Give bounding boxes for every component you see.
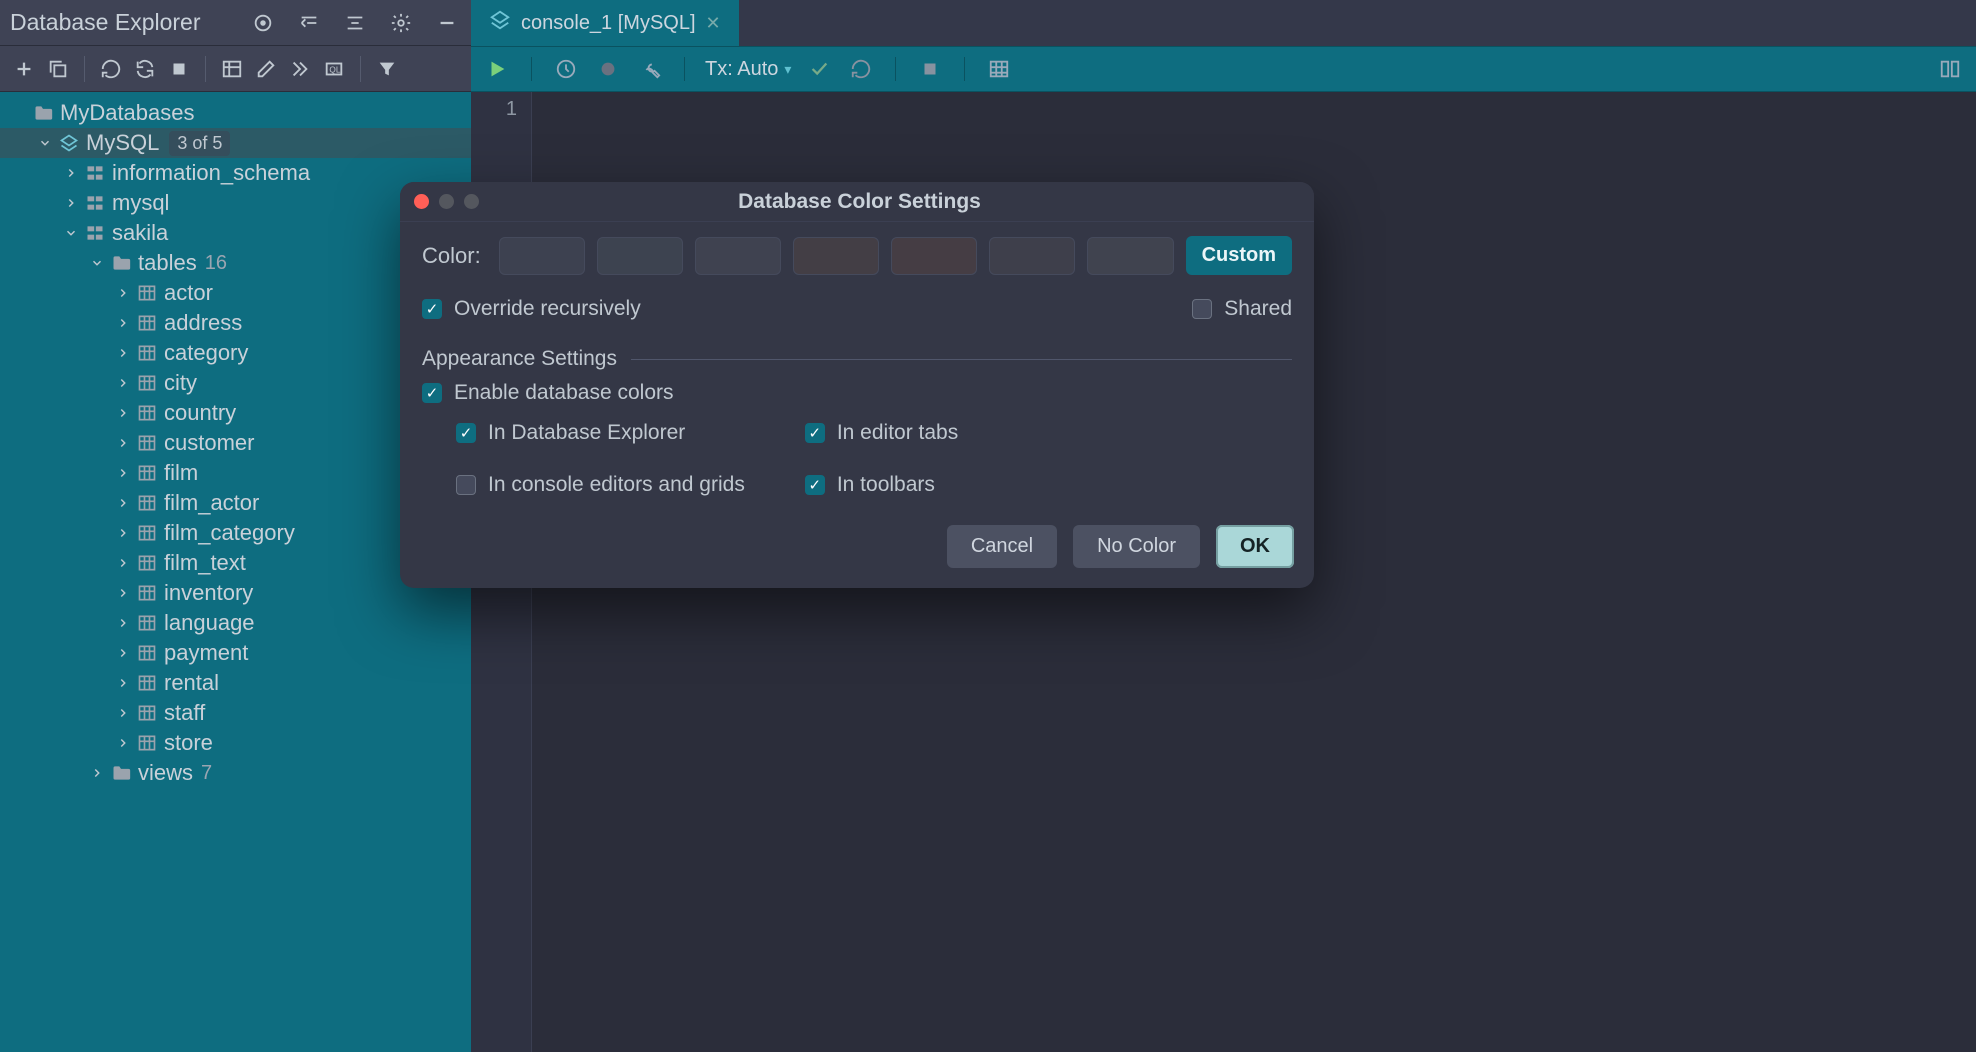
table-icon[interactable] — [218, 55, 246, 83]
layout-icon[interactable] — [1936, 55, 1964, 83]
gear-icon[interactable] — [387, 9, 415, 37]
in-db-explorer-label: In Database Explorer — [488, 421, 685, 445]
expand-all-icon[interactable] — [295, 9, 323, 37]
chevron-icon[interactable] — [112, 556, 134, 570]
editor-toolbar: Tx: Auto▾ — [471, 46, 1976, 92]
color-swatch-7[interactable] — [1087, 237, 1173, 275]
color-swatch-5[interactable] — [891, 237, 977, 275]
dialog-titlebar[interactable]: Database Color Settings — [400, 182, 1314, 222]
ok-button[interactable]: OK — [1216, 525, 1294, 568]
chevron-icon[interactable] — [112, 676, 134, 690]
color-settings-dialog: Database Color Settings Color: Custom ✓ … — [400, 182, 1314, 588]
commit-icon[interactable] — [805, 55, 833, 83]
chevron-down-icon: ▾ — [784, 61, 791, 78]
tree-table-inventory[interactable]: inventory — [0, 578, 471, 608]
in-toolbars-label: In toolbars — [837, 473, 935, 497]
in-console-grids-checkbox[interactable] — [456, 475, 476, 495]
chevron-icon[interactable] — [112, 616, 134, 630]
add-icon[interactable] — [10, 55, 38, 83]
copy-icon[interactable] — [44, 55, 72, 83]
color-swatch-3[interactable] — [695, 237, 781, 275]
refresh-icon[interactable] — [97, 55, 125, 83]
tree-table-payment[interactable]: payment — [0, 638, 471, 668]
minimize-icon[interactable] — [433, 9, 461, 37]
enable-db-colors-label: Enable database colors — [454, 381, 674, 405]
tree-datasource-mysql[interactable]: MySQL3 of 5 — [0, 128, 471, 158]
chevron-icon[interactable] — [60, 196, 82, 210]
chevron-icon[interactable] — [112, 376, 134, 390]
tree-group-views[interactable]: views7 — [0, 758, 471, 788]
chevron-icon[interactable] — [34, 136, 56, 150]
view-as-table-icon[interactable] — [985, 55, 1013, 83]
enable-db-colors-checkbox[interactable]: ✓ — [422, 383, 442, 403]
tree-table-store[interactable]: store — [0, 728, 471, 758]
in-editor-tabs-label: In editor tabs — [837, 421, 958, 445]
target-icon[interactable] — [249, 9, 277, 37]
sidebar-title: Database Explorer — [10, 9, 201, 36]
custom-color-button[interactable]: Custom — [1186, 236, 1292, 275]
query-console-icon[interactable]: QL — [320, 55, 348, 83]
override-recursively-label: Override recursively — [454, 297, 641, 321]
chevron-icon[interactable] — [60, 226, 82, 240]
rollback-icon[interactable] — [847, 55, 875, 83]
in-db-explorer-checkbox[interactable]: ✓ — [456, 423, 476, 443]
stop-icon[interactable] — [165, 55, 193, 83]
shared-label: Shared — [1224, 297, 1292, 321]
tab-console-1[interactable]: console_1 [MySQL] ✕ — [471, 0, 739, 46]
tree-table-rental[interactable]: rental — [0, 668, 471, 698]
sidebar-header: Database Explorer — [0, 0, 471, 46]
chevron-icon[interactable] — [112, 496, 134, 510]
chevron-icon[interactable] — [112, 406, 134, 420]
svg-text:QL: QL — [329, 65, 340, 74]
collapse-all-icon[interactable] — [341, 9, 369, 37]
sidebar-toolbar: QL — [0, 46, 471, 92]
chevron-icon[interactable] — [60, 166, 82, 180]
appearance-section-title: Appearance Settings — [422, 347, 617, 371]
chevron-icon[interactable] — [112, 646, 134, 660]
cancel-button[interactable]: Cancel — [947, 525, 1057, 568]
chevron-icon[interactable] — [112, 286, 134, 300]
color-swatch-6[interactable] — [989, 237, 1075, 275]
color-label: Color: — [422, 243, 481, 269]
shared-checkbox[interactable] — [1192, 299, 1212, 319]
in-console-grids-label: In console editors and grids — [488, 473, 745, 497]
tx-mode-dropdown[interactable]: Tx: Auto▾ — [705, 58, 791, 81]
chevron-icon[interactable] — [112, 316, 134, 330]
stop-query-icon[interactable] — [916, 55, 944, 83]
tab-label: console_1 [MySQL] — [521, 12, 696, 35]
chevron-icon[interactable] — [112, 466, 134, 480]
record-icon[interactable] — [594, 55, 622, 83]
tree-root[interactable]: MyDatabases — [0, 98, 471, 128]
tree-table-language[interactable]: language — [0, 608, 471, 638]
chevron-icon[interactable] — [112, 736, 134, 750]
in-toolbars-checkbox[interactable]: ✓ — [805, 475, 825, 495]
run-icon[interactable] — [483, 55, 511, 83]
no-color-button[interactable]: No Color — [1073, 525, 1200, 568]
edit-icon[interactable] — [252, 55, 280, 83]
chevron-icon[interactable] — [112, 526, 134, 540]
dialog-title: Database Color Settings — [419, 190, 1300, 214]
color-swatch-4[interactable] — [793, 237, 879, 275]
editor-tab-bar: console_1 [MySQL] ✕ — [471, 0, 1976, 46]
chevron-icon[interactable] — [112, 586, 134, 600]
history-icon[interactable] — [552, 55, 580, 83]
tree-table-staff[interactable]: staff — [0, 698, 471, 728]
color-swatch-2[interactable] — [597, 237, 683, 275]
chevron-icon[interactable] — [112, 706, 134, 720]
filter-icon[interactable] — [373, 55, 401, 83]
chevron-icon[interactable] — [86, 766, 108, 780]
chevron-icon[interactable] — [112, 346, 134, 360]
chevron-icon[interactable] — [86, 256, 108, 270]
in-editor-tabs-checkbox[interactable]: ✓ — [805, 423, 825, 443]
sync-icon[interactable] — [131, 55, 159, 83]
override-recursively-checkbox[interactable]: ✓ — [422, 299, 442, 319]
color-swatch-1[interactable] — [499, 237, 585, 275]
chevron-icon[interactable] — [112, 436, 134, 450]
close-icon[interactable]: ✕ — [706, 13, 721, 34]
jump-to-console-icon[interactable] — [286, 55, 314, 83]
tree-schema-information_schema[interactable]: information_schema — [0, 158, 471, 188]
database-icon — [489, 9, 511, 37]
wrench-icon[interactable] — [636, 55, 664, 83]
